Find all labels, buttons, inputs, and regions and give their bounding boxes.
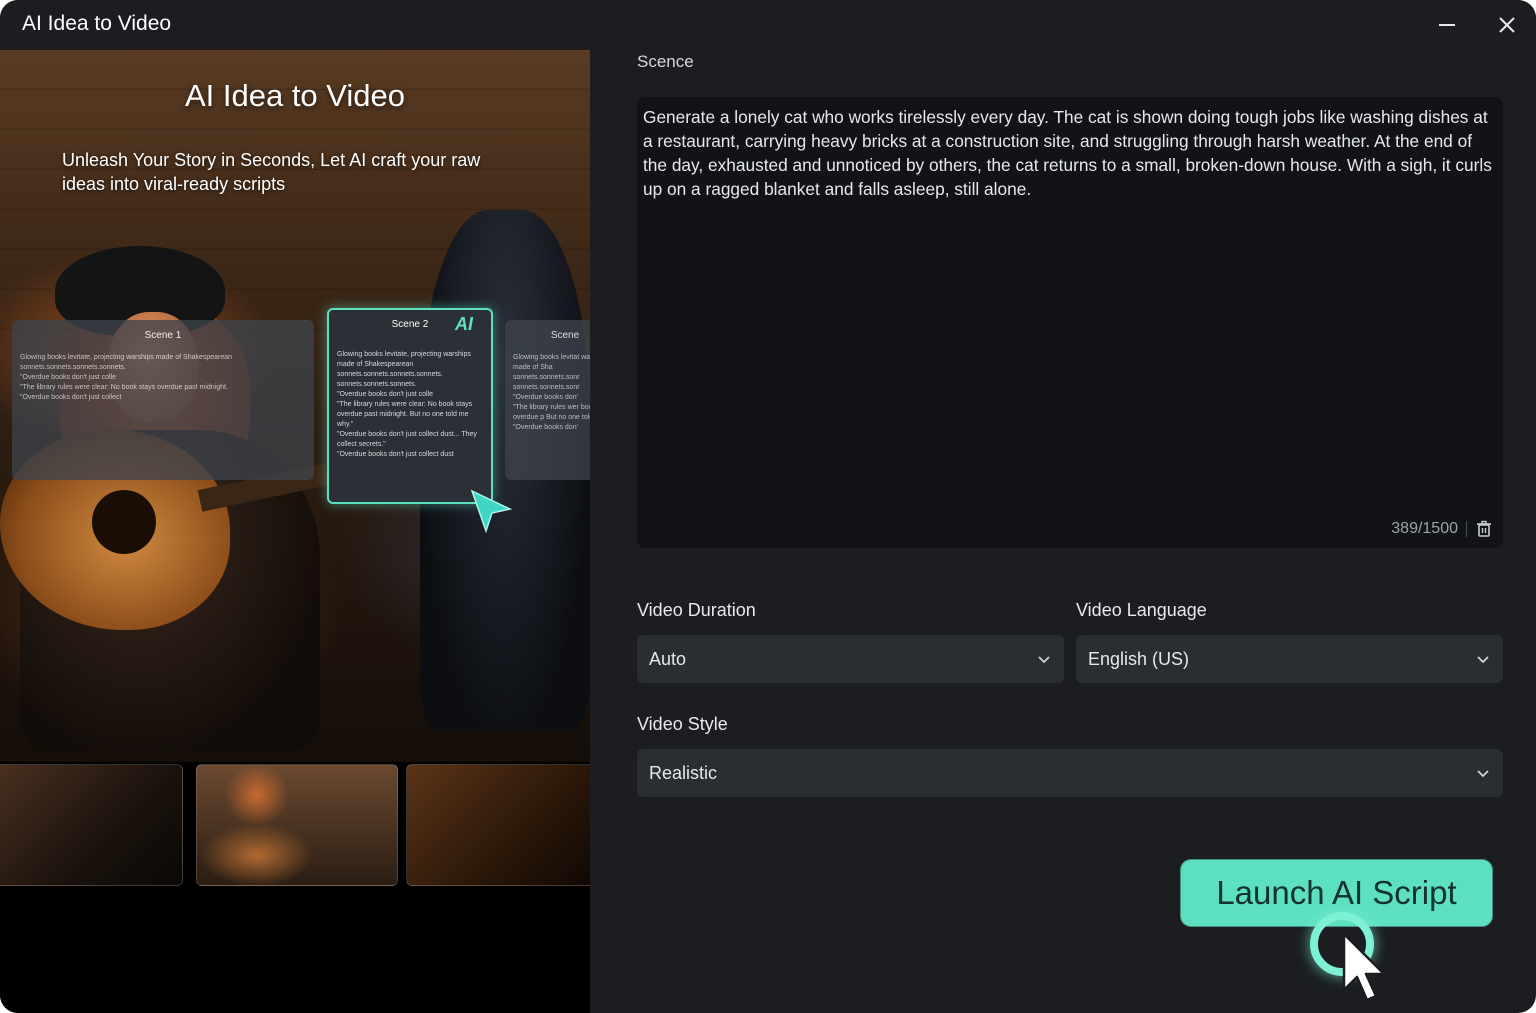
- scene-label: Scence: [637, 52, 694, 71]
- video-language-value: English (US): [1088, 648, 1190, 669]
- preview-thumbnail-3: [406, 764, 590, 886]
- scene-card-text: Glowing books levitat warships made of S…: [513, 354, 590, 431]
- chevron-down-icon: [1477, 656, 1489, 664]
- character-counter: 389/1500: [1391, 520, 1458, 537]
- ai-badge: AI: [455, 314, 473, 334]
- scene-card-title: Scene 1: [144, 330, 182, 341]
- scene-card-title: Scene 2: [391, 318, 429, 330]
- scene-card-3: Scene Glowing books levitat warships mad…: [505, 320, 590, 480]
- chevron-down-icon: [1038, 656, 1050, 664]
- scene-card-2-active: Scene 2 AI Glowing books levitate, proje…: [327, 308, 493, 504]
- video-language-label: Video Language: [1076, 600, 1207, 620]
- scene-text[interactable]: Generate a lonely cat who works tireless…: [643, 105, 1495, 201]
- title-bar: AI Idea to Video: [0, 0, 1536, 50]
- video-duration-value: Auto: [649, 648, 687, 669]
- video-style-select[interactable]: Realistic: [637, 749, 1503, 797]
- video-language-select[interactable]: English (US): [1076, 635, 1503, 683]
- video-duration-label: Video Duration: [637, 600, 756, 620]
- preview-thumbnail-2: [196, 764, 398, 886]
- scene-textarea[interactable]: Generate a lonely cat who works tireless…: [637, 97, 1503, 548]
- window-title: AI Idea to Video: [22, 12, 172, 35]
- guitar-soundhole: [92, 490, 156, 554]
- scene-card-header: Scene 2 AI: [337, 310, 483, 338]
- promo-title: AI Idea to Video: [184, 78, 406, 113]
- counter-row: 389/1500: [1391, 520, 1493, 538]
- trash-icon[interactable]: [1475, 520, 1493, 538]
- preview-thumbnail-1: [0, 764, 183, 886]
- video-duration-select[interactable]: Auto: [637, 635, 1064, 683]
- app-window: AI Idea to Video AI Idea to Video Unleas…: [0, 0, 1536, 1013]
- close-icon[interactable]: [1492, 10, 1522, 40]
- counter-divider: [1466, 521, 1467, 537]
- scene-card-1: Scene 1 Glowing books levitate, projecti…: [12, 320, 314, 480]
- scene-card-text: Glowing books levitate, projecting warsh…: [20, 354, 233, 401]
- promo-panel: AI Idea to Video Unleash Your Story in S…: [0, 50, 590, 1013]
- scene-card-text: Glowing books levitate, projecting warsh…: [337, 351, 477, 458]
- chevron-down-icon: [1477, 770, 1489, 778]
- promo-subtitle: Unleash Your Story in Seconds, Let AI cr…: [62, 150, 481, 194]
- minimize-icon[interactable]: [1432, 10, 1462, 40]
- video-style-label: Video Style: [637, 714, 728, 734]
- scene-card-title: Scene: [550, 330, 580, 341]
- mouse-pointer-icon: [1342, 932, 1386, 1002]
- cursor-icon: [470, 489, 513, 533]
- video-style-value: Realistic: [649, 762, 718, 783]
